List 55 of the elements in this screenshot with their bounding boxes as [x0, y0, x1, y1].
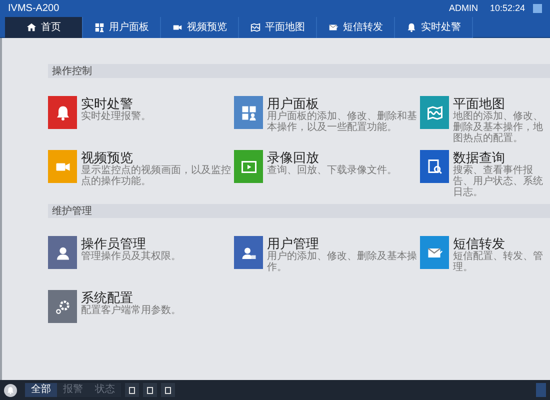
house-icon [26, 22, 37, 33]
map-icon [250, 22, 261, 33]
module-tile[interactable] [48, 290, 77, 323]
module-description: 配置客户端常用参数。 [81, 305, 181, 316]
module-title[interactable]: 数据查询 [453, 150, 550, 165]
nav-tab[interactable]: 短信转发 [317, 17, 395, 38]
module-tile[interactable] [48, 236, 77, 269]
module-title[interactable]: 实时处警 [81, 96, 151, 111]
map-icon [426, 104, 444, 122]
filter-tab[interactable]: 全部 [25, 383, 57, 397]
module-description: 实时处理报警。 [81, 111, 151, 122]
video-camera-icon [172, 22, 183, 33]
module-description: 查询、回放、下载录像文件。 [267, 165, 397, 176]
bell-icon [406, 22, 417, 33]
app-title: IVMS-A200 [8, 2, 60, 16]
window-button[interactable] [143, 383, 157, 397]
module-tile[interactable] [48, 150, 77, 183]
nav-tab[interactable]: 视频预览 [161, 17, 239, 38]
module-description: 用户面板的添加、修改、删除和基本操作，以及一些配置功能。 [267, 111, 418, 133]
panel-icon [240, 104, 258, 122]
module-tile[interactable] [234, 150, 263, 183]
section-title: 操作控制 [52, 64, 92, 78]
module-title[interactable]: 用户管理 [267, 236, 420, 251]
module-description: 显示监控点的视频画面，以及监控点的操作功能。 [81, 165, 232, 187]
module-tile[interactable] [420, 96, 449, 129]
module-title[interactable]: 系统配置 [81, 290, 181, 305]
module-title[interactable]: 录像回放 [267, 150, 397, 165]
document-search-icon [426, 158, 444, 176]
module-title[interactable]: 用户面板 [267, 96, 420, 111]
module-tile[interactable] [420, 150, 449, 183]
gear-icon [54, 298, 72, 316]
panel-icon [94, 22, 105, 33]
module-title[interactable]: 视频预览 [81, 150, 234, 165]
module-description: 短信配置、转发、管理。 [453, 251, 544, 273]
module-description: 搜索、查看事件报告、用户状态、系统日志。 [453, 165, 544, 198]
module-tile[interactable] [420, 236, 449, 269]
module-description: 管理操作员及其权限。 [81, 251, 181, 262]
clock-time: 10:52:24 [490, 2, 525, 15]
module-tile[interactable] [234, 96, 263, 129]
module-title[interactable]: 短信转发 [453, 236, 550, 251]
envelope-icon [328, 22, 339, 33]
bell-icon [6, 386, 15, 394]
nav-tab[interactable]: 实时处警 [395, 17, 473, 38]
module-description: 地图的添加、修改、删除及基本操作，地图热点的配置。 [453, 111, 544, 144]
nav-tab[interactable]: 首页 [5, 17, 83, 38]
nav-tab[interactable]: 平面地图 [239, 17, 317, 38]
nav-tab[interactable]: 用户面板 [83, 17, 161, 38]
module-title[interactable]: 操作员管理 [81, 236, 181, 251]
module-title[interactable]: 平面地图 [453, 96, 550, 111]
module-description: 用户的添加、修改、删除及基本操作。 [267, 251, 418, 273]
module-tile[interactable] [234, 236, 263, 269]
section-title: 维护管理 [52, 204, 92, 218]
alarm-button[interactable] [4, 384, 17, 396]
user-name: ADMIN [448, 2, 478, 15]
module-tile[interactable] [48, 96, 77, 129]
